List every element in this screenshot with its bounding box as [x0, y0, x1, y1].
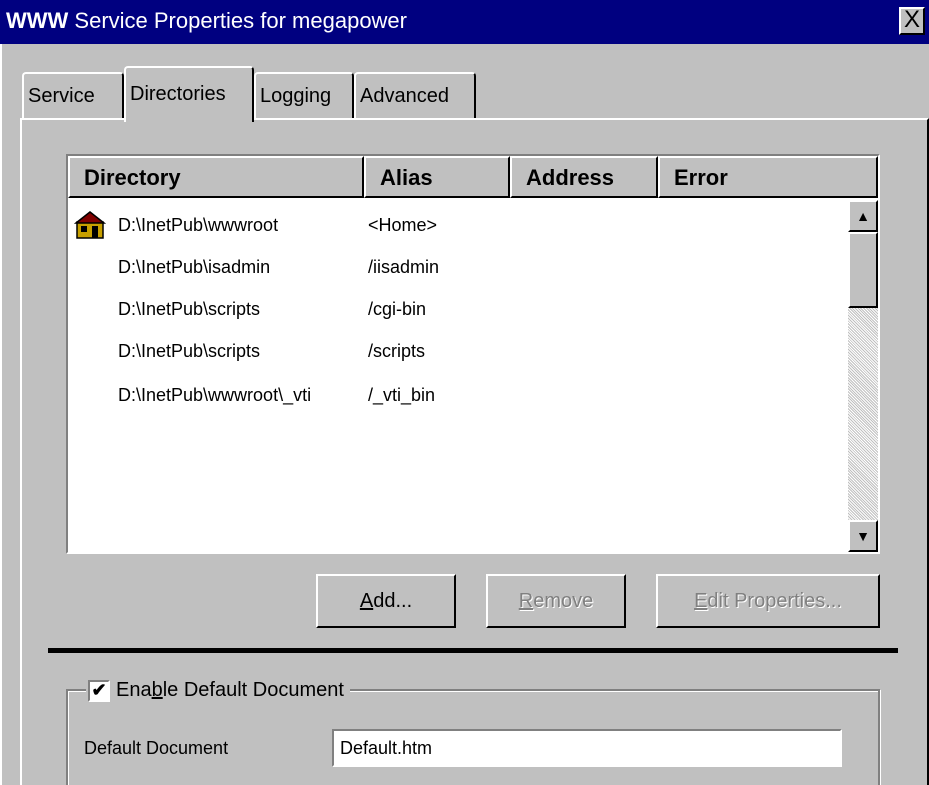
remove-button[interactable]: Remove [486, 574, 626, 628]
vertical-scrollbar[interactable]: ▲ ▼ [848, 200, 878, 552]
list-item[interactable]: D:\InetPub\scripts /cgi-bin [68, 294, 838, 324]
directory-cell: D:\InetPub\isadmin [118, 257, 271, 277]
list-item[interactable]: D:\InetPub\scripts /scripts [68, 336, 838, 366]
tab-directories[interactable]: Directories [124, 66, 254, 122]
default-document-label: Default Document [84, 738, 229, 758]
tab-logging[interactable]: Logging [254, 72, 354, 118]
tab-service[interactable]: Service [22, 72, 124, 118]
checkbox-label: Enable Default Document [116, 679, 344, 701]
close-button[interactable]: X [899, 7, 925, 35]
list-item[interactable]: D:\InetPub\isadmin /iisadmin [68, 252, 838, 282]
window-border [0, 44, 2, 785]
edit-properties-button[interactable]: Edit Properties... [656, 574, 880, 628]
alias-cell: /scripts [368, 341, 426, 361]
tab-advanced[interactable]: Advanced [354, 72, 476, 118]
title-bar: WWW Service Properties for megapower X [0, 0, 929, 44]
scroll-down-button[interactable]: ▼ [848, 520, 878, 552]
column-header-error[interactable]: Error [658, 156, 878, 198]
column-header-directory[interactable]: Directory [68, 156, 364, 198]
column-header-address[interactable]: Address [510, 156, 658, 198]
alias-cell: /cgi-bin [368, 299, 427, 319]
list-item[interactable]: D:\InetPub\wwwroot\_vti /_vti_bin [68, 380, 838, 410]
directory-cell: D:\InetPub\scripts [118, 299, 261, 319]
default-document-group: ✔ Enable Default Document Default Documen… [66, 673, 880, 785]
directory-cell: D:\InetPub\wwwroot\_vti [118, 385, 312, 405]
arrow-down-icon: ▼ [856, 528, 870, 544]
alias-cell: <Home> [368, 215, 438, 235]
directory-list[interactable]: Directory Alias Address Error D:\InetPub… [66, 154, 880, 554]
column-header-alias[interactable]: Alias [364, 156, 510, 198]
home-folder-icon [74, 211, 106, 239]
directory-cell: D:\InetPub\scripts [118, 341, 261, 361]
directory-cell: D:\InetPub\wwwroot [118, 215, 279, 235]
divider [48, 648, 898, 653]
scroll-thumb[interactable] [848, 232, 878, 308]
arrow-up-icon: ▲ [856, 208, 870, 224]
enable-default-document-checkbox[interactable]: ✔ Enable Default Document [86, 673, 350, 707]
checkbox-checked-icon[interactable]: ✔ [88, 679, 110, 702]
close-icon: X [903, 6, 920, 33]
scroll-up-button[interactable]: ▲ [848, 200, 878, 232]
alias-cell: /iisadmin [368, 257, 440, 277]
window-title: WWW Service Properties for megapower [6, 8, 407, 33]
alias-cell: /_vti_bin [368, 385, 436, 405]
default-document-input[interactable]: Default.htm [332, 729, 842, 767]
add-button[interactable]: Add... [316, 574, 456, 628]
list-item[interactable]: D:\InetPub\wwwroot <Home> [68, 210, 838, 240]
